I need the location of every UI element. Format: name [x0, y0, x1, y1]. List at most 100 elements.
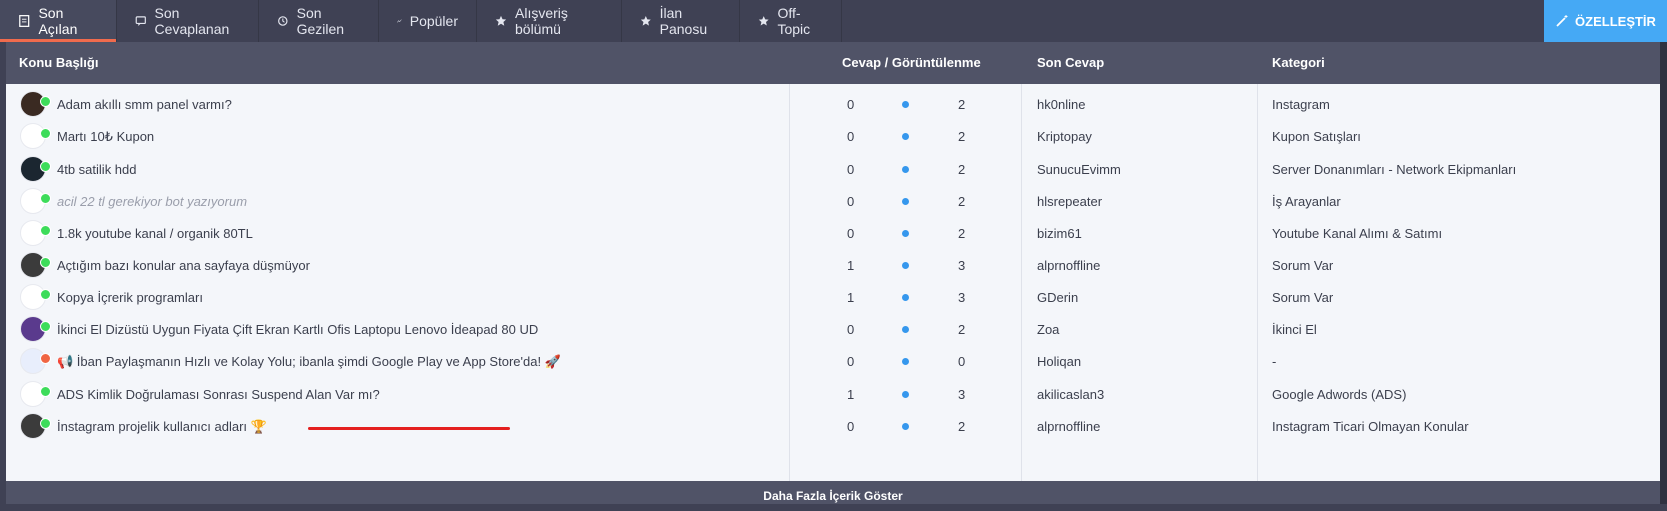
tab-label: Popüler [409, 13, 458, 29]
tab-son-acilan[interactable]: Son Açılan [0, 0, 117, 42]
separator-dot-icon [902, 166, 909, 173]
category-link[interactable]: Instagram [1272, 97, 1330, 112]
table-row: 1.8k youtube kanal / organik 80TL 0 2 bi… [6, 216, 1660, 250]
tab-label: Son Açılan [38, 5, 78, 37]
category-link[interactable]: Sorum Var [1272, 258, 1333, 273]
category-link[interactable]: Kupon Satışları [1272, 129, 1361, 144]
reply-count: 0 [847, 322, 855, 337]
comment-icon [135, 16, 146, 26]
separator-dot-icon [902, 423, 909, 430]
document-icon [19, 15, 30, 27]
last-reply-user-link[interactable]: hlsrepeater [1037, 194, 1102, 209]
last-reply-user-link[interactable]: GDerin [1037, 290, 1078, 305]
tab-alisveris[interactable]: Alışveriş bölümü [477, 0, 622, 42]
last-reply-user-link[interactable]: akilicaslan3 [1037, 387, 1104, 402]
tab-off-topic[interactable]: Off-Topic [740, 0, 842, 42]
table-header: Konu Başlığı Cevap / Görüntülenme Son Ce… [6, 42, 1660, 84]
reply-count: 0 [847, 162, 855, 177]
last-reply-user-link[interactable]: hk0nline [1037, 97, 1085, 112]
tab-label: İlan Panosu [659, 5, 708, 37]
thread-title-link[interactable]: 4tb satilik hdd [57, 162, 137, 177]
reply-count: 1 [847, 387, 855, 402]
thread-title-link[interactable]: acil 22 tl gerekiyor bot yazıyorum [57, 194, 247, 209]
separator-dot-icon [902, 101, 909, 108]
star-icon [640, 16, 651, 26]
online-status-icon [40, 96, 51, 107]
thread-title-link[interactable]: İnstagram projelik kullanıcı adları 🏆 [57, 419, 267, 435]
trend-icon [397, 19, 402, 23]
last-reply-user-link[interactable]: bizim61 [1037, 226, 1082, 241]
category-link[interactable]: Google Adwords (ADS) [1272, 387, 1406, 402]
table-row: 📢 İban Paylaşmanın Hızlı ve Kolay Yolu; … [6, 344, 1660, 378]
table-row: 4tb satilik hdd 0 2 SunucuEvimm Server D… [6, 152, 1660, 186]
category-link[interactable]: Sorum Var [1272, 290, 1333, 305]
view-count: 2 [958, 226, 966, 241]
thread-list: Adam akıllı smm panel varmı? 0 2 hk0nlin… [6, 84, 1660, 481]
category-link[interactable]: İş Arayanlar [1272, 194, 1341, 209]
online-status-icon [40, 289, 51, 300]
reply-count: 0 [847, 226, 855, 241]
online-status-icon [40, 193, 51, 204]
separator-dot-icon [902, 198, 909, 205]
thread-title-link[interactable]: ADS Kimlik Doğrulaması Sonrası Suspend A… [57, 387, 380, 402]
customize-button[interactable]: ÖZELLEŞTİR [1544, 0, 1667, 42]
column-last-header: Son Cevap [1037, 55, 1105, 70]
table-row: ADS Kimlik Doğrulaması Sonrası Suspend A… [6, 377, 1660, 411]
view-count: 3 [958, 258, 966, 273]
category-link[interactable]: Youtube Kanal Alımı & Satımı [1272, 226, 1442, 241]
tab-label: Alışveriş bölümü [515, 5, 568, 37]
scrollbar-track[interactable] [1660, 42, 1667, 504]
reply-count: 0 [847, 129, 855, 144]
thread-title-link[interactable]: 📢 İban Paylaşmanın Hızlı ve Kolay Yolu; … [57, 354, 561, 370]
tab-bar: Son Açılan Son Cevaplanan Son Gezilen Po… [0, 0, 1667, 42]
thread-title-link[interactable]: Açtığım bazı konular ana sayfaya düşmüyo… [57, 258, 310, 273]
column-category-header: Kategori [1272, 55, 1325, 70]
table-row: acil 22 tl gerekiyor bot yazıyorum 0 2 h… [6, 184, 1660, 218]
view-count: 2 [958, 129, 966, 144]
tab-label: Son Cevaplanan [154, 5, 230, 37]
online-status-icon [40, 418, 51, 429]
thread-title-link[interactable]: İkinci El Dizüstü Uygun Fiyata Çift Ekra… [57, 322, 538, 337]
category-link[interactable]: - [1272, 354, 1276, 369]
history-icon [278, 16, 288, 26]
red-underline-mark [308, 427, 510, 430]
view-count: 3 [958, 387, 966, 402]
thread-title-link[interactable]: 1.8k youtube kanal / organik 80TL [57, 226, 253, 241]
separator-dot-icon [902, 230, 909, 237]
separator-dot-icon [902, 326, 909, 333]
category-link[interactable]: Server Donanımları - Network Ekipmanları [1272, 162, 1516, 177]
category-link[interactable]: İkinci El [1272, 322, 1317, 337]
separator-dot-icon [902, 358, 909, 365]
tab-son-cevaplanan[interactable]: Son Cevaplanan [117, 0, 259, 42]
away-status-icon [40, 353, 51, 364]
load-more-button[interactable]: Daha Fazla İçerik Göster [6, 481, 1660, 504]
tab-son-gezilen[interactable]: Son Gezilen [259, 0, 379, 42]
online-status-icon [40, 257, 51, 268]
magic-wand-icon [1556, 15, 1568, 27]
thread-title-link[interactable]: Adam akıllı smm panel varmı? [57, 97, 232, 112]
last-reply-user-link[interactable]: SunucuEvimm [1037, 162, 1121, 177]
category-link[interactable]: Instagram Ticari Olmayan Konular [1272, 419, 1469, 434]
view-count: 2 [958, 194, 966, 209]
last-reply-user-link[interactable]: Zoa [1037, 322, 1059, 337]
online-status-icon [40, 161, 51, 172]
tab-populer[interactable]: Popüler [379, 0, 477, 42]
online-status-icon [40, 321, 51, 332]
last-reply-user-link[interactable]: alprnoffline [1037, 419, 1100, 434]
table-row: Kopya İçrerik programları 1 3 GDerin Sor… [6, 280, 1660, 314]
tab-ilan-panosu[interactable]: İlan Panosu [622, 0, 740, 42]
separator-dot-icon [902, 294, 909, 301]
table-row: Adam akıllı smm panel varmı? 0 2 hk0nlin… [6, 87, 1660, 121]
thread-title-link[interactable]: Kopya İçrerik programları [57, 290, 203, 305]
last-reply-user-link[interactable]: Holiqan [1037, 354, 1081, 369]
online-status-icon [40, 225, 51, 236]
online-status-icon [40, 386, 51, 397]
view-count: 3 [958, 290, 966, 305]
reply-count: 0 [847, 97, 855, 112]
thread-title-link[interactable]: Martı 10₺ Kupon [57, 129, 154, 145]
last-reply-user-link[interactable]: Kriptopay [1037, 129, 1092, 144]
view-count: 2 [958, 419, 966, 434]
last-reply-user-link[interactable]: alprnoffline [1037, 258, 1100, 273]
reply-count: 0 [847, 354, 855, 369]
view-count: 2 [958, 97, 966, 112]
